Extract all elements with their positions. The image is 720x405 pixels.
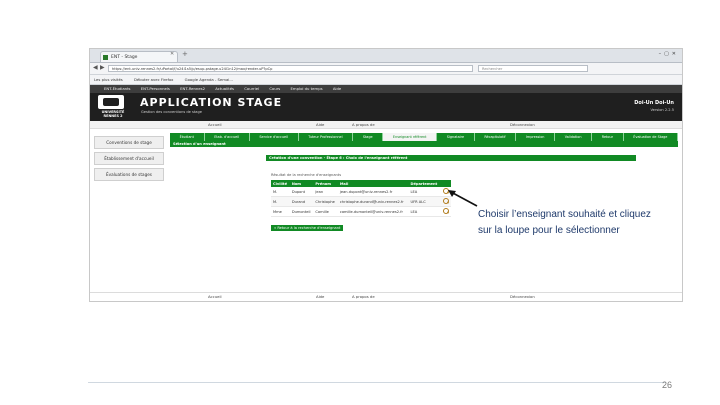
cell-prenom: Camille xyxy=(313,206,338,217)
column-header: Département xyxy=(408,180,441,187)
close-tab-icon[interactable]: ✕ xyxy=(170,51,174,57)
portal-nav-item[interactable]: Emploi du temps xyxy=(291,86,323,91)
url-bar[interactable]: https://ent.univ-rennes2.fr/uPortal/f/u2… xyxy=(108,65,473,72)
web-search-input[interactable]: Rechercher xyxy=(478,65,588,72)
column-header: Nom xyxy=(289,180,314,187)
tab-impression[interactable]: Impression xyxy=(516,133,556,141)
browser-screenshot: ENT - Stage ✕ + –▢✕ ◀ ▶ https://ent.univ… xyxy=(89,48,683,302)
tab-stage[interactable]: Stage xyxy=(353,133,384,141)
results-title: Résultat de la recherche d'enseignants xyxy=(271,173,342,177)
cell-nom: Durand xyxy=(289,196,314,207)
cell-departement: LEA xyxy=(408,187,441,197)
tab-recapitulatif[interactable]: Récapitulatif xyxy=(475,133,517,141)
app-subtitle: Gestion des conventions de stage xyxy=(141,110,202,114)
bookmark-item[interactable]: Débuter avec Firefox xyxy=(134,77,173,82)
top-links-row: Accueil Aide A propos de Déconnexion xyxy=(90,121,682,129)
footer-help-link[interactable]: Aide xyxy=(316,293,324,300)
tab-validation[interactable]: Validation xyxy=(555,133,593,141)
portal-nav-item[interactable]: ENT-Personnels xyxy=(141,86,170,91)
instruction-line-2: sur la loupe pour le sélectionner xyxy=(478,225,620,236)
university-logo-text: UNIVERSITÉ RENNES 2 xyxy=(101,110,125,118)
cell-prenom: Christophe xyxy=(313,196,338,207)
help-link[interactable]: Aide xyxy=(316,121,324,128)
app-header: UNIVERSITÉ RENNES 2 APPLICATION STAGE Ge… xyxy=(90,93,682,121)
cell-departement: UFR ALC xyxy=(408,196,441,207)
table-row: Mme Dumonteil Camille camille.dumonteil@… xyxy=(271,206,451,217)
bookmark-item[interactable]: Les plus visités xyxy=(94,77,123,82)
cell-mail: jean.dupont@univ-rennes2.fr xyxy=(337,187,409,197)
tab-evaluation[interactable]: Évaluation de Stage xyxy=(624,133,679,141)
tab-retour[interactable]: Retour xyxy=(592,133,624,141)
table-row: M. Durand Christophe christophe.durand@u… xyxy=(271,196,451,207)
portal-nav-item[interactable]: ENT-Rennes2 xyxy=(180,86,205,91)
portal-nav-item[interactable]: Actualités xyxy=(215,86,234,91)
back-icon[interactable]: ◀ xyxy=(93,64,98,71)
portal-nav: ENT-Étudiants ENT-Personnels ENT-Rennes2… xyxy=(90,85,682,93)
section-header: Sélection d'un enseignant xyxy=(170,141,678,147)
cell-civilite: M. xyxy=(271,196,290,207)
home-link[interactable]: Accueil xyxy=(208,121,222,128)
tab-tuteur[interactable]: Tuteur Professionnel xyxy=(299,133,354,141)
slide-divider xyxy=(88,382,666,383)
user-name: Doi-Un Doi-Un xyxy=(634,100,674,106)
new-tab-icon[interactable]: + xyxy=(182,50,188,58)
window-controls-icon[interactable]: –▢✕ xyxy=(659,51,679,57)
browser-tab[interactable]: ENT - Stage xyxy=(100,51,178,62)
tab-etab-accueil[interactable]: Etab. d'accueil xyxy=(205,133,250,141)
column-header: Prénom xyxy=(313,180,338,187)
app-version: Version 2.2.5 xyxy=(650,108,674,112)
footer-logout-link[interactable]: Déconnexion xyxy=(510,293,535,300)
table-header-row: Civilité Nom Prénom Mail Département xyxy=(271,180,451,187)
favicon-icon xyxy=(103,55,108,60)
tab-signataire[interactable]: Signataire xyxy=(437,133,475,141)
sidebar-item-conventions[interactable]: Conventions de stage xyxy=(94,136,164,149)
browser-nav-bar: ◀ ▶ https://ent.univ-rennes2.fr/uPortal/… xyxy=(90,63,682,75)
cell-mail: christophe.durand@univ-rennes2.fr xyxy=(337,196,409,207)
column-header: Civilité xyxy=(271,180,290,187)
portal-nav-item[interactable]: Courriel xyxy=(244,86,259,91)
instruction-line-1: Choisir l’enseignant souhaité et cliquez xyxy=(478,209,651,220)
portal-nav-item[interactable]: Cours xyxy=(269,86,280,91)
instruction-callout: Choisir l’enseignant souhaité et cliquez… xyxy=(478,207,678,239)
footer-about-link[interactable]: A propos de xyxy=(352,293,375,300)
table-row: M. Dupont Jean jean.dupont@univ-rennes2.… xyxy=(271,187,451,197)
footer-links-row: Accueil Aide A propos de Déconnexion xyxy=(90,292,682,300)
teacher-table: Civilité Nom Prénom Mail Département M. … xyxy=(271,180,451,217)
university-logo-icon xyxy=(98,95,124,109)
bookmark-item[interactable]: Google Agenda - Semai... xyxy=(185,77,233,82)
cell-prenom: Jean xyxy=(313,187,338,197)
cell-nom: Dupont xyxy=(289,187,314,197)
sidebar-item-etablissement[interactable]: Établissement d'accueil xyxy=(94,152,164,165)
bookmarks-bar: Les plus visités Débuter avec Firefox Go… xyxy=(90,75,682,85)
cell-civilite: M. xyxy=(271,187,290,197)
tab-service-accueil[interactable]: Service d'accueil xyxy=(250,133,299,141)
cell-departement: LEA xyxy=(408,206,441,217)
browser-tab-bar: ENT - Stage ✕ + –▢✕ xyxy=(90,49,682,63)
forward-icon[interactable]: ▶ xyxy=(100,64,105,71)
cell-nom: Dumonteil xyxy=(289,206,314,217)
column-header: Mail xyxy=(337,180,409,187)
return-search-button[interactable]: « Retour à la recherche d'enseignant xyxy=(271,225,344,231)
portal-nav-item[interactable]: Aide xyxy=(333,86,341,91)
cell-mail: camille.dumonteil@univ-rennes2.fr xyxy=(337,206,409,217)
footer-home-link[interactable]: Accueil xyxy=(208,293,222,300)
sidebar-item-evaluations[interactable]: Évaluations de stages xyxy=(94,168,164,181)
portal-nav-item[interactable]: ENT-Étudiants xyxy=(104,86,131,91)
tab-enseignant-referent[interactable]: Enseignant référent xyxy=(383,133,438,141)
step-tabs: Étudiant Etab. d'accueil Service d'accue… xyxy=(170,133,679,141)
panel-header: Création d'une convention - Étape 6 : Ch… xyxy=(266,155,636,161)
tab-etudiant[interactable]: Étudiant xyxy=(170,133,205,141)
about-link[interactable]: A propos de xyxy=(352,121,375,128)
app-title: APPLICATION STAGE xyxy=(140,96,283,109)
cell-civilite: Mme xyxy=(271,206,290,217)
sidebar: Conventions de stage Établissement d'acc… xyxy=(90,133,168,184)
page-number: 26 xyxy=(662,380,673,390)
tab-title: ENT - Stage xyxy=(111,55,138,60)
logout-link[interactable]: Déconnexion xyxy=(510,121,535,128)
